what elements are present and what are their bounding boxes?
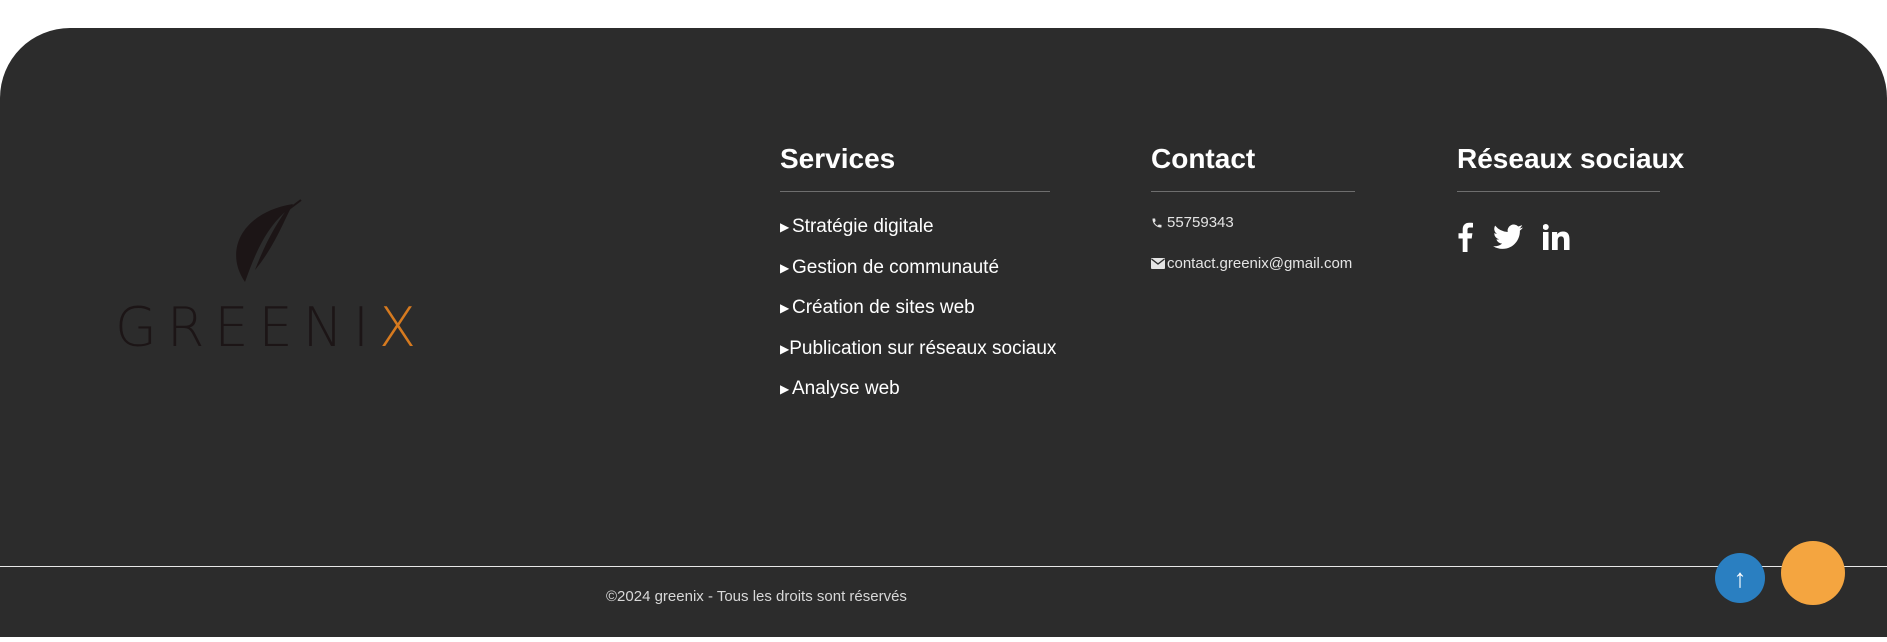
service-label: Stratégie digitale	[792, 216, 934, 237]
logo-text-dark: GREENI	[115, 296, 379, 359]
service-link-publication[interactable]: ▶ Publication sur réseaux sociaux	[780, 336, 1056, 377]
site-footer: GREENIX Services ▶ Stratégie digitale ▶ Ge…	[0, 28, 1887, 637]
caret-right-icon: ▶	[780, 220, 790, 234]
phone-number: 55759343	[1167, 214, 1234, 231]
social-heading: Réseaux sociaux	[1457, 143, 1684, 192]
caret-right-icon: ▶	[780, 260, 790, 275]
arrow-up-icon: ↑	[1733, 562, 1747, 593]
services-list: ▶ Stratégie digitale ▶ Gestion de communau…	[780, 214, 1056, 417]
logo-text-accent: X	[378, 296, 426, 359]
service-label: Analyse web	[792, 378, 900, 399]
service-label: Gestion de communauté	[792, 256, 1000, 278]
caret-right-icon: ▶	[780, 301, 790, 315]
caret-right-icon: ▶	[780, 382, 790, 396]
contact-phone[interactable]: 55759343	[1151, 214, 1355, 231]
caret-right-icon: ▶	[780, 341, 790, 356]
service-link-sites-web[interactable]: ▶ Création de sites web	[780, 295, 1050, 336]
email-address: contact.greenix@gmail.com	[1167, 255, 1353, 272]
contact-column: Contact 55759343 contact.greenix@gmail.c…	[1151, 143, 1355, 272]
orange-floating-button[interactable]	[1781, 541, 1845, 605]
service-link-analyse[interactable]: ▶ Analyse web	[780, 376, 1050, 417]
services-column: Services ▶ Stratégie digitale ▶ Gestion de…	[780, 143, 1056, 417]
service-link-communaute[interactable]: ▶ Gestion de communauté	[780, 255, 1050, 296]
service-label: Publication sur réseaux sociaux	[789, 337, 1057, 359]
envelope-icon	[1151, 258, 1167, 269]
contact-heading: Contact	[1151, 143, 1355, 192]
service-label: Création de sites web	[792, 297, 975, 318]
contact-email[interactable]: contact.greenix@gmail.com	[1151, 255, 1355, 272]
twitter-icon[interactable]	[1493, 224, 1523, 250]
social-icons	[1457, 222, 1660, 252]
scroll-to-top-button[interactable]: ↑	[1715, 553, 1765, 603]
copyright-text: ©2024 greenix - Tous les droits sont rés…	[606, 588, 907, 605]
footer-divider	[0, 566, 1887, 567]
linkedin-icon[interactable]	[1543, 224, 1571, 250]
service-link-strategie[interactable]: ▶ Stratégie digitale	[780, 214, 1050, 255]
leaf-logo-icon	[236, 199, 302, 282]
phone-icon	[1151, 217, 1167, 229]
social-column: Réseaux sociaux	[1457, 143, 1684, 252]
services-heading: Services	[780, 143, 1050, 192]
logo-wordmark: GREENIX	[115, 296, 426, 359]
facebook-icon[interactable]	[1457, 222, 1473, 252]
greenix-logo[interactable]: GREENIX	[115, 198, 416, 378]
